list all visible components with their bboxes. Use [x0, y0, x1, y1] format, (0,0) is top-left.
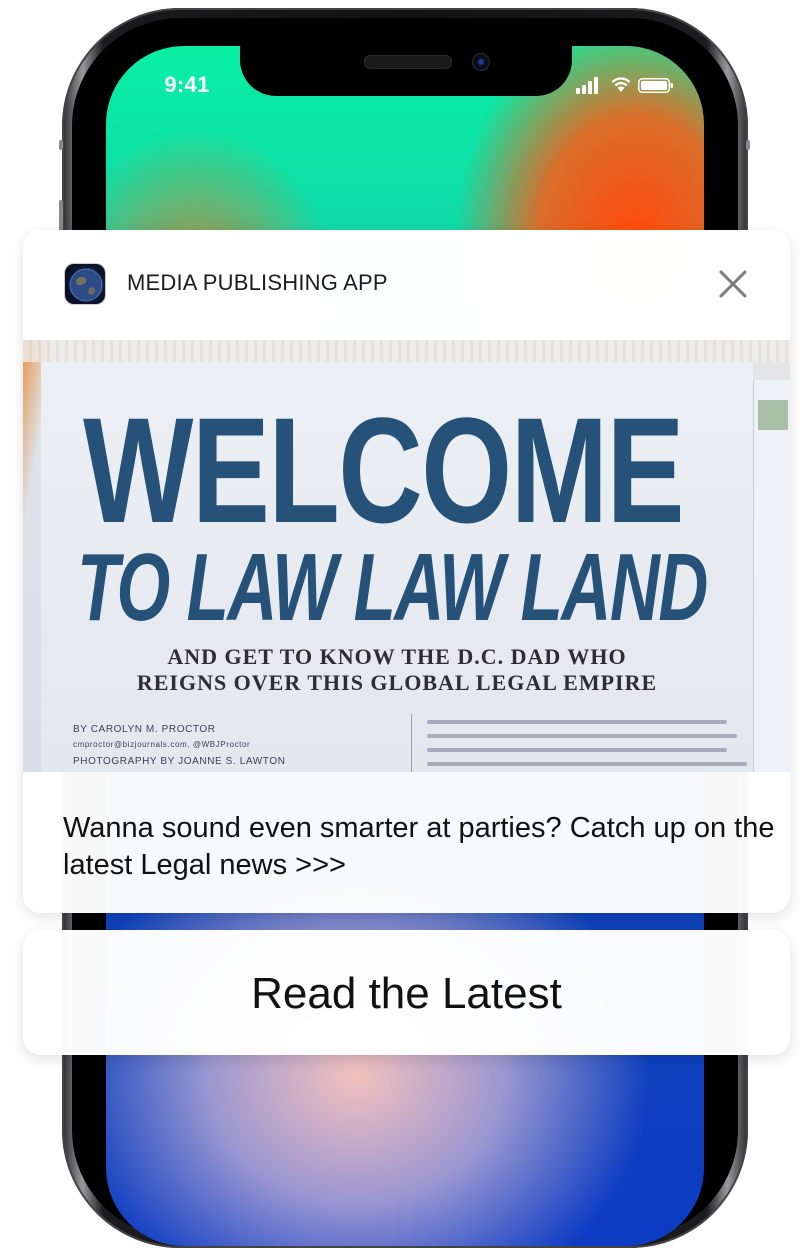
column-rule: [411, 714, 412, 772]
adjacent-page: [753, 380, 790, 772]
newspaper-deck-line-2: REIGNS OVER THIS GLOBAL LEGAL EMPIRE: [136, 670, 658, 695]
battery-icon: [638, 78, 673, 93]
status-time: 9:41: [164, 72, 210, 97]
newspaper-byline-contact: cmproctor@bizjournals.com, @WBJProctor: [73, 740, 251, 749]
silent-switch: [59, 140, 63, 150]
notification-image: WELCOME TO LAW LAW LAND AND GET TO KNOW …: [23, 340, 790, 772]
body-text-line: [427, 748, 727, 752]
newspaper-headline: WELCOME: [83, 386, 685, 554]
adjacent-page-graphic: [758, 400, 788, 430]
newspaper-deck-line-1: AND GET TO KNOW THE D.C. DAD WHO: [167, 644, 627, 669]
body-text-line: [427, 734, 737, 738]
signal-icon: [576, 76, 606, 94]
close-icon[interactable]: [717, 268, 749, 300]
body-text-line: [427, 720, 727, 724]
notification-card[interactable]: MEDIA PUBLISHING APP WELCOME TO LAW LAW …: [23, 230, 790, 913]
newspaper-byline-author: BY CAROLYN M. PROCTOR: [73, 724, 216, 735]
app-name: MEDIA PUBLISHING APP: [127, 270, 388, 295]
body-text-line: [427, 762, 747, 766]
speaker-grille: [364, 55, 452, 69]
front-camera-icon: [472, 53, 490, 71]
newspaper-subheadline: TO LAW LAW LAND: [77, 534, 708, 641]
notification-message: Wanna sound even smarter at parties? Cat…: [63, 812, 775, 881]
read-the-latest-button[interactable]: Read the Latest: [23, 930, 790, 1055]
newspaper-byline-photo: PHOTOGRAPHY BY JOANNE S. LAWTON: [73, 756, 286, 767]
power-button: [746, 140, 750, 150]
globe-app-icon: [65, 264, 105, 304]
wifi-icon: [611, 77, 631, 92]
image-texture: [23, 340, 790, 362]
newspaper-page: WELCOME TO LAW LAW LAND AND GET TO KNOW …: [41, 362, 753, 772]
notification-header: MEDIA PUBLISHING APP: [23, 230, 790, 340]
